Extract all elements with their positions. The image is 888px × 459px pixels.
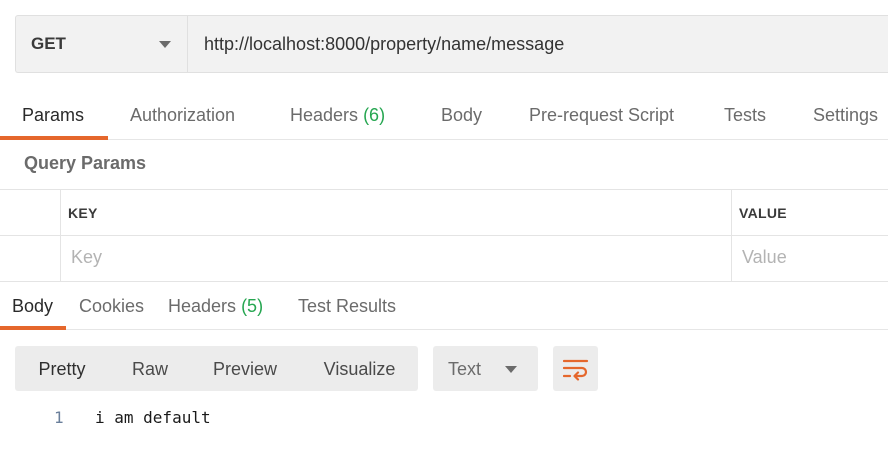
value-input[interactable]: Value (742, 247, 787, 268)
preview-button[interactable]: Preview (197, 346, 293, 391)
request-tabs: Params Authorization Headers (6) Body Pr… (0, 90, 888, 140)
query-params-title: Query Params (24, 153, 147, 173)
chevron-down-icon (505, 366, 517, 373)
tab-label: Body (12, 296, 54, 316)
tab-params[interactable]: Params (22, 90, 84, 139)
pretty-button[interactable]: Pretty (15, 346, 109, 391)
url-input[interactable]: http://localhost:8000/property/name/mess… (188, 16, 888, 72)
tab-label: Headers (168, 296, 237, 316)
tab-pre-request-script[interactable]: Pre-request Script (529, 90, 674, 139)
response-tab-test-results[interactable]: Test Results (298, 282, 396, 329)
tab-label: Authorization (130, 105, 236, 125)
format-select-label: Text (448, 359, 482, 379)
active-tab-indicator (0, 326, 66, 330)
raw-button[interactable]: Raw (115, 346, 185, 391)
response-tab-body[interactable]: Body (12, 282, 53, 329)
visualize-button[interactable]: Visualize (309, 346, 410, 391)
response-tab-cookies[interactable]: Cookies (79, 282, 144, 329)
tab-label: Pre-request Script (529, 105, 675, 125)
wrap-lines-icon (563, 359, 589, 381)
active-tab-indicator (0, 136, 108, 140)
column-header-value: VALUE (739, 205, 787, 221)
chevron-down-icon (159, 41, 171, 48)
method-label: GET (31, 34, 66, 53)
tab-label: Headers (290, 105, 359, 125)
tab-label: Cookies (79, 296, 145, 316)
tab-tests[interactable]: Tests (724, 90, 766, 139)
wrap-lines-button[interactable] (553, 346, 598, 391)
column-divider (731, 190, 732, 281)
tab-headers[interactable]: Headers (6) (290, 90, 385, 139)
tab-label: Test Results (298, 296, 397, 316)
tab-label: Params (22, 105, 85, 125)
column-header-key: KEY (68, 205, 98, 221)
headers-count-badge: (5) (241, 296, 264, 316)
tab-label: Settings (813, 105, 879, 125)
format-select[interactable]: Text (433, 346, 538, 391)
tab-authorization[interactable]: Authorization (130, 90, 235, 139)
view-mode-group: Pretty Raw Preview Visualize (15, 346, 418, 391)
headers-count-badge: (6) (363, 105, 386, 125)
tab-settings[interactable]: Settings (813, 90, 878, 139)
tab-label: Tests (724, 105, 767, 125)
response-tabs: Body Cookies Headers (5) Test Results (0, 282, 888, 330)
column-divider (60, 190, 61, 281)
tab-label: Body (441, 105, 483, 125)
query-params-table: KEY VALUE Key Value (0, 189, 888, 282)
tab-body[interactable]: Body (441, 90, 482, 139)
request-url-bar: GET http://localhost:8000/property/name/… (15, 15, 888, 73)
response-tab-headers[interactable]: Headers (5) (168, 282, 263, 329)
method-select[interactable]: GET (16, 16, 188, 72)
response-body-line: i am default (95, 408, 211, 427)
line-number: 1 (54, 408, 64, 427)
key-input[interactable]: Key (71, 247, 102, 268)
